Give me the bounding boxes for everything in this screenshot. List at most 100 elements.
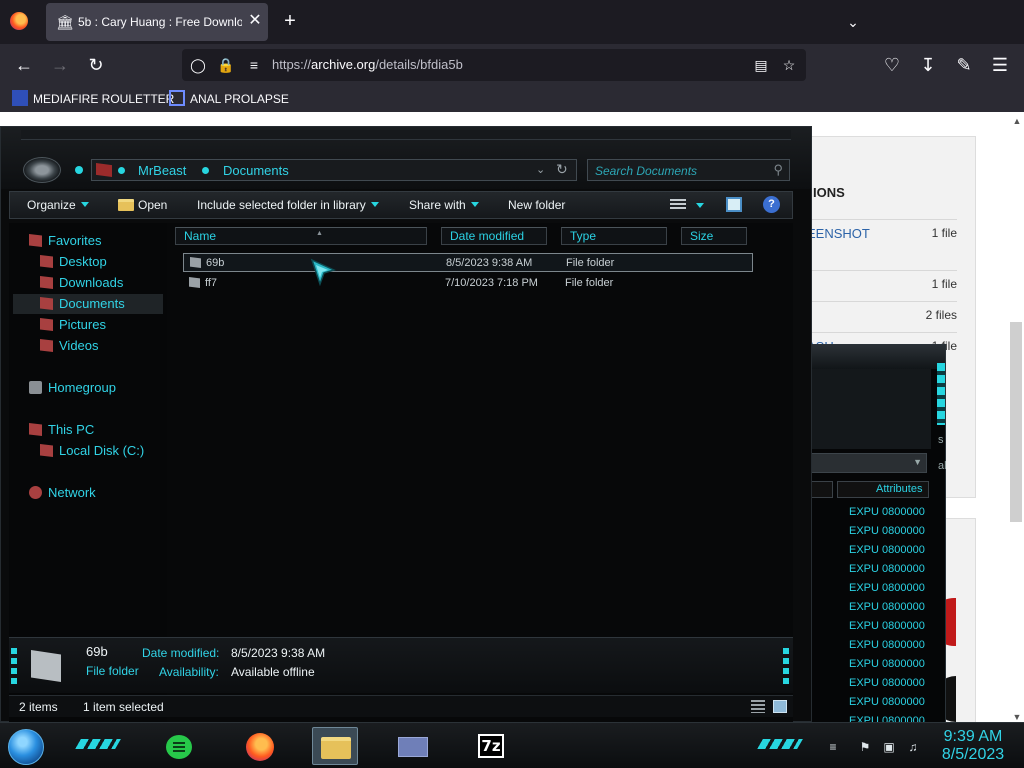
taskbar-light-strip: [75, 739, 121, 749]
new-tab-button[interactable]: +: [278, 9, 302, 33]
page-text-fragment: s: [938, 434, 944, 446]
download-row[interactable]: EENSHOT 1 file: [807, 219, 957, 247]
new-folder-button[interactable]: New folder: [508, 198, 565, 212]
change-view-icon[interactable]: [670, 199, 686, 211]
status-bar: 2 items 1 item selected: [9, 695, 793, 717]
action-center-flag-icon[interactable]: ⚑: [858, 740, 872, 754]
panel-heading: IONS: [813, 185, 845, 200]
details-date-label: Date modified:: [142, 646, 220, 660]
address-bar[interactable]: MrBeast Documents ⌄ ↻: [91, 159, 577, 181]
explorer-titlebar[interactable]: MrBeast Documents ⌄ ↻ Search Documents ⚲: [1, 127, 811, 189]
view-dropdown-arrow-icon[interactable]: [696, 203, 704, 208]
file-row[interactable]: 69b 8/5/2023 9:38 AM File folder: [183, 253, 753, 272]
window-edge-lights: [11, 648, 17, 684]
nav-item-favorites[interactable]: Favorites: [29, 231, 101, 251]
scroll-down-arrow[interactable]: ▼: [1011, 712, 1023, 722]
attribute-cell: EXPU 0800000: [849, 620, 925, 632]
hamburger-menu-icon[interactable]: ☰: [987, 53, 1013, 77]
preview-pane-icon[interactable]: [726, 197, 742, 212]
refresh-icon[interactable]: ↻: [556, 161, 568, 178]
tray-overflow-icon[interactable]: ≡: [826, 740, 840, 754]
tracking-shield-icon[interactable]: ◯: [189, 56, 207, 74]
page-scrollbar-thumb[interactable]: [1010, 322, 1022, 522]
attribute-cell: EXPU 0800000: [849, 544, 925, 556]
breadcrumb-separator-icon[interactable]: [202, 167, 209, 174]
extensions-icon[interactable]: ✎: [951, 53, 977, 77]
system-clock[interactable]: 9:39 AM 8/5/2023: [928, 728, 1018, 764]
background-explorer-window[interactable]: ▼ Attributes EXPU 0800000 EXPU 0800000 E…: [808, 344, 946, 728]
column-header[interactable]: [809, 481, 833, 498]
user-folder-icon: [96, 163, 112, 177]
download-icon[interactable]: ↧: [915, 53, 941, 77]
share-with-button[interactable]: Share with: [409, 198, 479, 212]
search-icon[interactable]: ⚲: [773, 162, 783, 178]
column-header-size[interactable]: Size: [681, 227, 747, 245]
reader-view-icon[interactable]: ▤: [752, 56, 770, 74]
dropdown-arrow-icon: [80, 202, 89, 207]
lock-icon[interactable]: 🔒: [217, 56, 235, 74]
file-row[interactable]: ff7 7/10/2023 7:18 PM File folder: [183, 274, 753, 293]
large-icons-view-icon[interactable]: [773, 700, 787, 713]
browser-tab-active[interactable]: 🏛 5b : Cary Huang : Free Download ✕: [46, 3, 268, 41]
bookmark-star-icon[interactable]: ☆: [780, 56, 798, 74]
reload-icon[interactable]: ↻: [83, 53, 109, 77]
download-row[interactable]: 1 file: [807, 270, 957, 298]
history-dot-icon[interactable]: [75, 166, 83, 174]
close-tab-icon[interactable]: ✕: [246, 12, 264, 30]
details-view-icon[interactable]: [751, 700, 765, 713]
chevron-down-icon[interactable]: ⌄: [536, 163, 545, 176]
nav-item-documents[interactable]: Documents: [13, 294, 163, 314]
nav-item-pictures[interactable]: Pictures: [40, 315, 106, 335]
nav-item-videos[interactable]: Videos: [40, 336, 99, 356]
firefox-logo-icon[interactable]: [10, 12, 28, 30]
back-arrow-icon[interactable]: ←: [11, 53, 37, 77]
dropdown-arrow-icon: [470, 202, 479, 207]
taskbar: 7z ≡ ⚑ ▣ ♫ 9:39 AM 8/5/2023: [0, 722, 1024, 768]
taskbar-app-card[interactable]: [390, 727, 436, 765]
download-row[interactable]: 2 files: [807, 301, 957, 329]
network-tray-icon[interactable]: ▣: [882, 740, 896, 754]
permissions-icon[interactable]: ≡: [245, 56, 263, 74]
tab-title: 5b : Cary Huang : Free Download: [78, 15, 242, 29]
nav-item-downloads[interactable]: Downloads: [40, 273, 123, 293]
breadcrumb-documents[interactable]: Documents: [223, 163, 289, 178]
search-input[interactable]: Search Documents ⚲: [587, 159, 790, 181]
nav-item-local-disk[interactable]: Local Disk (C:): [40, 441, 144, 461]
bookmark-mediafire[interactable]: MEDIAFIRE ROULETTER: [12, 90, 174, 108]
url-bar[interactable]: ◯ 🔒 ≡ https://archive.org/details/bfdia5…: [182, 49, 806, 81]
help-icon[interactable]: ?: [763, 196, 780, 213]
url-text[interactable]: https://archive.org/details/bfdia5b: [272, 57, 463, 72]
breadcrumb-separator-icon[interactable]: [118, 167, 125, 174]
nav-item-this-pc[interactable]: This PC: [29, 420, 94, 440]
forward-arrow-icon[interactable]: →: [47, 53, 73, 77]
bookmark-second[interactable]: ANAL PROLAPSE: [169, 90, 289, 108]
start-button[interactable]: [8, 729, 44, 765]
downloads-icon: [40, 276, 53, 289]
attribute-cell: EXPU 0800000: [849, 582, 925, 594]
file-explorer-window[interactable]: MrBeast Documents ⌄ ↻ Search Documents ⚲…: [0, 126, 812, 731]
pocket-icon[interactable]: ♡: [879, 53, 905, 77]
column-header-date[interactable]: Date modified: [441, 227, 547, 245]
nav-item-homegroup[interactable]: Homegroup: [29, 378, 116, 398]
open-button[interactable]: Open: [118, 198, 167, 212]
organize-button[interactable]: Organize: [27, 198, 89, 212]
column-header-attributes[interactable]: Attributes: [837, 481, 929, 498]
column-header-name[interactable]: Name ▲: [175, 227, 427, 245]
nav-item-desktop[interactable]: Desktop: [40, 252, 107, 272]
taskbar-file-explorer[interactable]: [312, 727, 358, 765]
volume-icon[interactable]: ♫: [906, 740, 920, 754]
breadcrumb-mrbeast[interactable]: MrBeast: [138, 163, 186, 178]
taskbar-notes-app[interactable]: [154, 727, 200, 765]
include-in-library-button[interactable]: Include selected folder in library: [197, 198, 379, 212]
chevron-down-icon[interactable]: ⌄: [842, 12, 864, 32]
archive-org-icon: 🏛: [56, 14, 74, 30]
clock-time: 9:39 AM: [943, 728, 1003, 745]
background-window-titlebar[interactable]: [809, 345, 945, 369]
column-header-type[interactable]: Type: [561, 227, 667, 245]
taskbar-7zip[interactable]: 7z: [468, 727, 514, 765]
back-forward-orb-icon[interactable]: [23, 157, 61, 183]
taskbar-firefox[interactable]: [232, 727, 278, 765]
background-window-dropdown[interactable]: ▼: [809, 453, 927, 473]
scroll-up-arrow[interactable]: ▲: [1011, 116, 1023, 126]
nav-item-network[interactable]: Network: [29, 483, 96, 503]
